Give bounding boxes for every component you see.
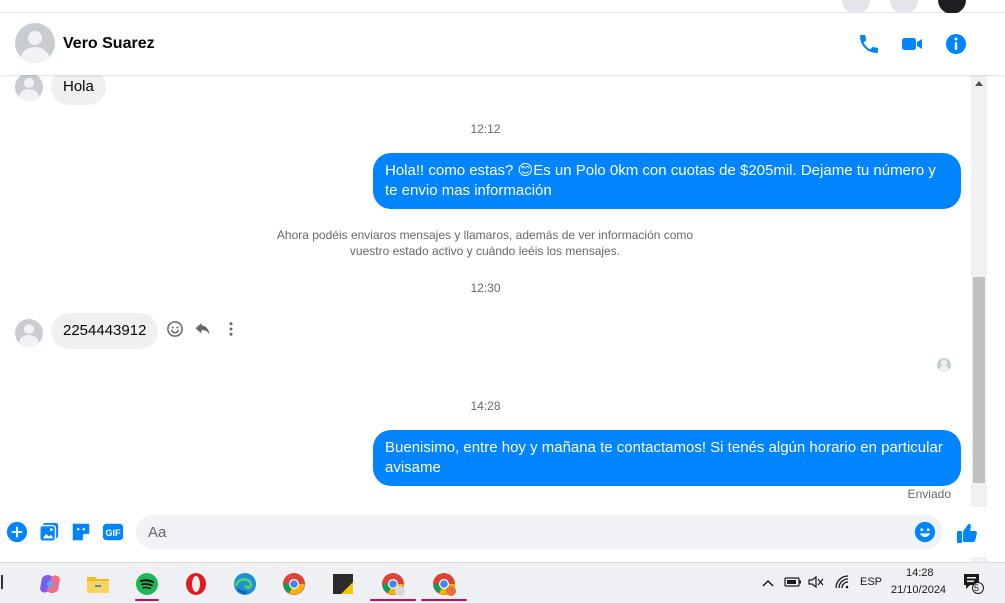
taskbar-chrome-profile-1[interactable] bbox=[370, 567, 416, 601]
phone-icon[interactable] bbox=[857, 32, 881, 56]
top-avatar-3[interactable] bbox=[938, 0, 966, 14]
gallery-icon[interactable] bbox=[38, 521, 60, 543]
opera-icon bbox=[186, 573, 206, 595]
more-options-icon[interactable] bbox=[222, 320, 240, 338]
taskbar-sticky-notes[interactable] bbox=[325, 567, 361, 601]
running-indicator bbox=[421, 599, 467, 601]
sticky-notes-icon bbox=[333, 574, 353, 594]
seen-indicator-avatar bbox=[937, 358, 951, 372]
notification-center-icon[interactable] bbox=[962, 572, 984, 594]
running-indicator bbox=[370, 599, 416, 601]
taskbar-spotify[interactable] bbox=[129, 567, 165, 601]
contact-avatar-small[interactable] bbox=[15, 319, 43, 347]
timestamp: 12:30 bbox=[470, 281, 501, 295]
info-icon[interactable] bbox=[944, 32, 968, 56]
chat-scrollbar[interactable] bbox=[971, 75, 987, 562]
top-avatar-1[interactable] bbox=[842, 0, 870, 14]
outgoing-message[interactable]: Buenisimo, entre hoy y mañana te contact… bbox=[373, 430, 961, 486]
incoming-message[interactable]: Hola bbox=[51, 75, 106, 105]
system-notice-line: vuestro estado activo y cuándo leéis los… bbox=[349, 244, 621, 258]
battery-icon[interactable] bbox=[784, 576, 802, 588]
taskbar-chrome[interactable] bbox=[276, 567, 312, 601]
reply-icon[interactable] bbox=[194, 320, 212, 338]
sticker-icon[interactable] bbox=[70, 521, 92, 543]
plus-icon[interactable] bbox=[6, 521, 28, 543]
message-status: Enviado bbox=[907, 487, 951, 501]
taskbar-copilot[interactable] bbox=[32, 567, 68, 601]
taskbar-opera[interactable] bbox=[178, 567, 214, 601]
copilot-icon bbox=[40, 575, 60, 593]
emoji-icon[interactable] bbox=[914, 521, 936, 543]
message-composer: GIF bbox=[0, 507, 987, 557]
clock-date[interactable]: 21/10/2024 bbox=[891, 584, 946, 596]
chrome-profile-icon bbox=[382, 573, 405, 596]
video-call-icon[interactable] bbox=[900, 32, 924, 56]
scroll-up-arrow[interactable] bbox=[975, 81, 983, 86]
react-emoji-icon[interactable] bbox=[166, 320, 184, 338]
svg-text:GIF: GIF bbox=[105, 528, 121, 538]
scrollbar-thumb[interactable] bbox=[973, 277, 985, 483]
contact-avatar[interactable] bbox=[15, 23, 55, 63]
taskbar-edge[interactable] bbox=[227, 567, 263, 601]
folder-icon bbox=[87, 577, 109, 593]
chrome-profile-icon bbox=[433, 573, 456, 596]
contact-avatar-small[interactable] bbox=[15, 75, 43, 101]
chrome-icon bbox=[283, 573, 305, 595]
top-browser-strip bbox=[0, 0, 1005, 14]
like-thumb-icon[interactable] bbox=[955, 521, 979, 545]
windows-taskbar: ESP 14:28 21/10/2024 5 bbox=[0, 562, 1005, 603]
top-avatar-2[interactable] bbox=[890, 0, 918, 14]
edge-icon bbox=[234, 573, 256, 595]
clock-time[interactable]: 14:28 bbox=[906, 567, 934, 579]
outgoing-message[interactable]: Hola!! como estas? 😊Es un Polo 0km con c… bbox=[373, 153, 961, 209]
message-list[interactable]: Hola 12:12 Hola!! como estas? 😊Es un Pol… bbox=[0, 75, 971, 507]
system-notice: Ahora podéis enviaros mensajes y llamaro… bbox=[270, 227, 700, 259]
contact-name[interactable]: Vero Suarez bbox=[63, 35, 155, 53]
incoming-message[interactable]: 2254443912 bbox=[51, 313, 159, 349]
wifi-icon[interactable] bbox=[834, 574, 850, 590]
show-hidden-icons-chevron-icon[interactable] bbox=[762, 578, 774, 588]
input-language[interactable]: ESP bbox=[860, 576, 882, 588]
conversation-header: Vero Suarez bbox=[0, 13, 1005, 75]
timestamp: 14:28 bbox=[470, 399, 501, 413]
timestamp: 12:12 bbox=[470, 122, 501, 136]
task-view-handle[interactable] bbox=[0, 575, 6, 589]
running-indicator bbox=[135, 599, 159, 601]
spotify-icon bbox=[136, 573, 158, 595]
message-input[interactable] bbox=[136, 515, 942, 549]
taskbar-chrome-profile-2[interactable] bbox=[421, 567, 467, 601]
gif-icon[interactable]: GIF bbox=[102, 521, 124, 543]
system-notice-line: Ahora podéis enviaros mensajes y llamaro… bbox=[276, 228, 694, 242]
notification-count-badge: 5 bbox=[974, 583, 980, 593]
volume-muted-icon[interactable] bbox=[808, 575, 824, 589]
taskbar-file-explorer[interactable] bbox=[80, 567, 116, 601]
